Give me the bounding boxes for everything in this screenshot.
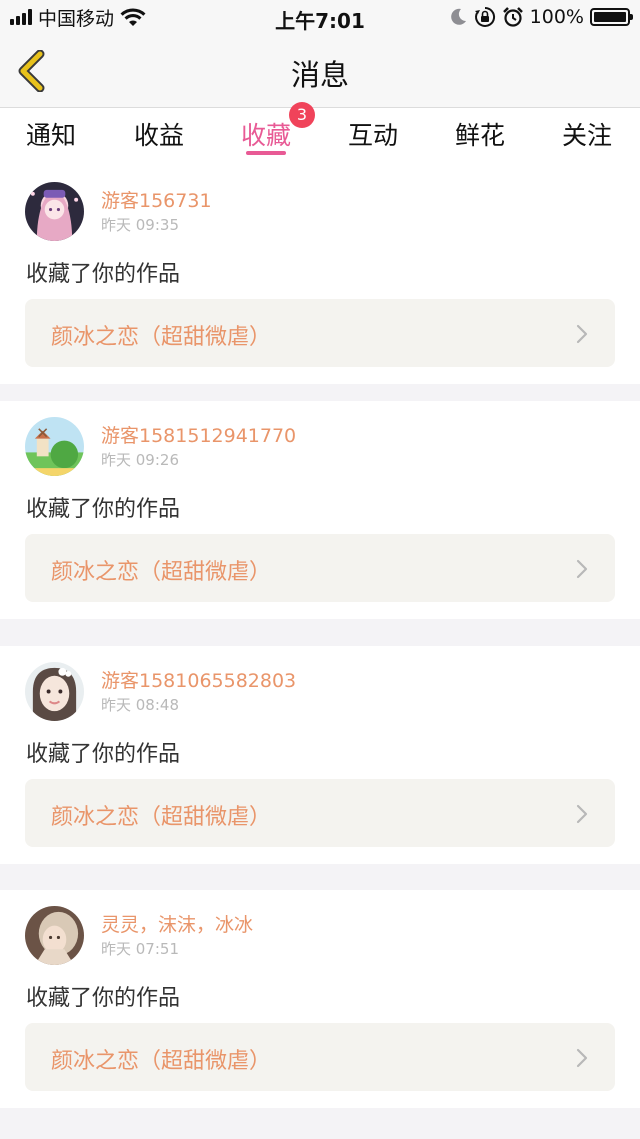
orientation-lock-icon	[474, 6, 495, 27]
status-bar: 中国移动 上午7:01 100%	[0, 0, 640, 34]
chevron-right-icon	[576, 804, 588, 824]
battery-percent: 100%	[529, 6, 584, 28]
message-time: 昨天 09:35	[101, 216, 179, 234]
work-link[interactable]: 颜冰之恋（超甜微虐）	[25, 534, 615, 602]
message-time: 昨天 07:51	[101, 940, 179, 958]
user-name[interactable]: 游客1581512941770	[101, 421, 296, 448]
message-action: 收藏了你的作品	[26, 986, 181, 1011]
user-name[interactable]: 游客1581065582803	[101, 666, 296, 693]
tab-bar: 通知 收益 收藏 互动 鲜花 关注	[0, 108, 640, 166]
message-card: 灵灵，沫沫，冰冰 昨天 07:51 收藏了你的作品 颜冰之恋（超甜微虐）	[0, 890, 640, 1108]
tab-notifications[interactable]: 通知	[11, 116, 91, 152]
work-link[interactable]: 颜冰之恋（超甜微虐）	[25, 299, 615, 367]
battery-fill	[594, 12, 626, 22]
message-action: 收藏了你的作品	[26, 497, 181, 522]
tab-earnings[interactable]: 收益	[119, 116, 199, 152]
work-title: 颜冰之恋（超甜微虐）	[51, 805, 272, 830]
battery-icon	[590, 8, 633, 26]
user-avatar[interactable]	[25, 906, 84, 965]
message-action: 收藏了你的作品	[26, 742, 181, 767]
user-avatar[interactable]	[25, 662, 84, 721]
message-time: 昨天 08:48	[101, 696, 179, 714]
user-name[interactable]: 灵灵，沫沫，冰冰	[101, 910, 253, 937]
tab-interactions[interactable]: 互动	[333, 116, 413, 152]
chevron-right-icon	[576, 324, 588, 344]
tab-flowers[interactable]: 鲜花	[440, 116, 520, 152]
user-avatar[interactable]	[25, 417, 84, 476]
message-action: 收藏了你的作品	[26, 262, 181, 287]
status-right: 100%	[448, 5, 633, 29]
moon-icon	[450, 8, 466, 25]
nav-bar: 消息	[0, 34, 640, 108]
work-title: 颜冰之恋（超甜微虐）	[51, 1049, 272, 1074]
page-title: 消息	[290, 58, 349, 92]
tab-following[interactable]: 关注	[547, 116, 627, 152]
user-avatar[interactable]	[25, 182, 84, 241]
work-link[interactable]: 颜冰之恋（超甜微虐）	[25, 1023, 615, 1091]
user-name[interactable]: 游客156731	[101, 186, 212, 213]
chevron-right-icon	[576, 1048, 588, 1068]
work-link[interactable]: 颜冰之恋（超甜微虐）	[25, 779, 615, 847]
chevron-right-icon	[576, 559, 588, 579]
active-tab-indicator	[246, 151, 286, 155]
message-card: 游客1581065582803 昨天 08:48 收藏了你的作品 颜冰之恋（超甜…	[0, 646, 640, 864]
message-time: 昨天 09:26	[101, 451, 179, 469]
alarm-icon	[502, 7, 523, 27]
work-title: 颜冰之恋（超甜微虐）	[51, 560, 272, 585]
favorites-count-badge: 3	[289, 102, 315, 128]
message-card: 游客156731 昨天 09:35 收藏了你的作品 颜冰之恋（超甜微虐）	[0, 166, 640, 384]
work-title: 颜冰之恋（超甜微虐）	[51, 325, 272, 350]
message-card: 游客1581512941770 昨天 09:26 收藏了你的作品 颜冰之恋（超甜…	[0, 401, 640, 619]
